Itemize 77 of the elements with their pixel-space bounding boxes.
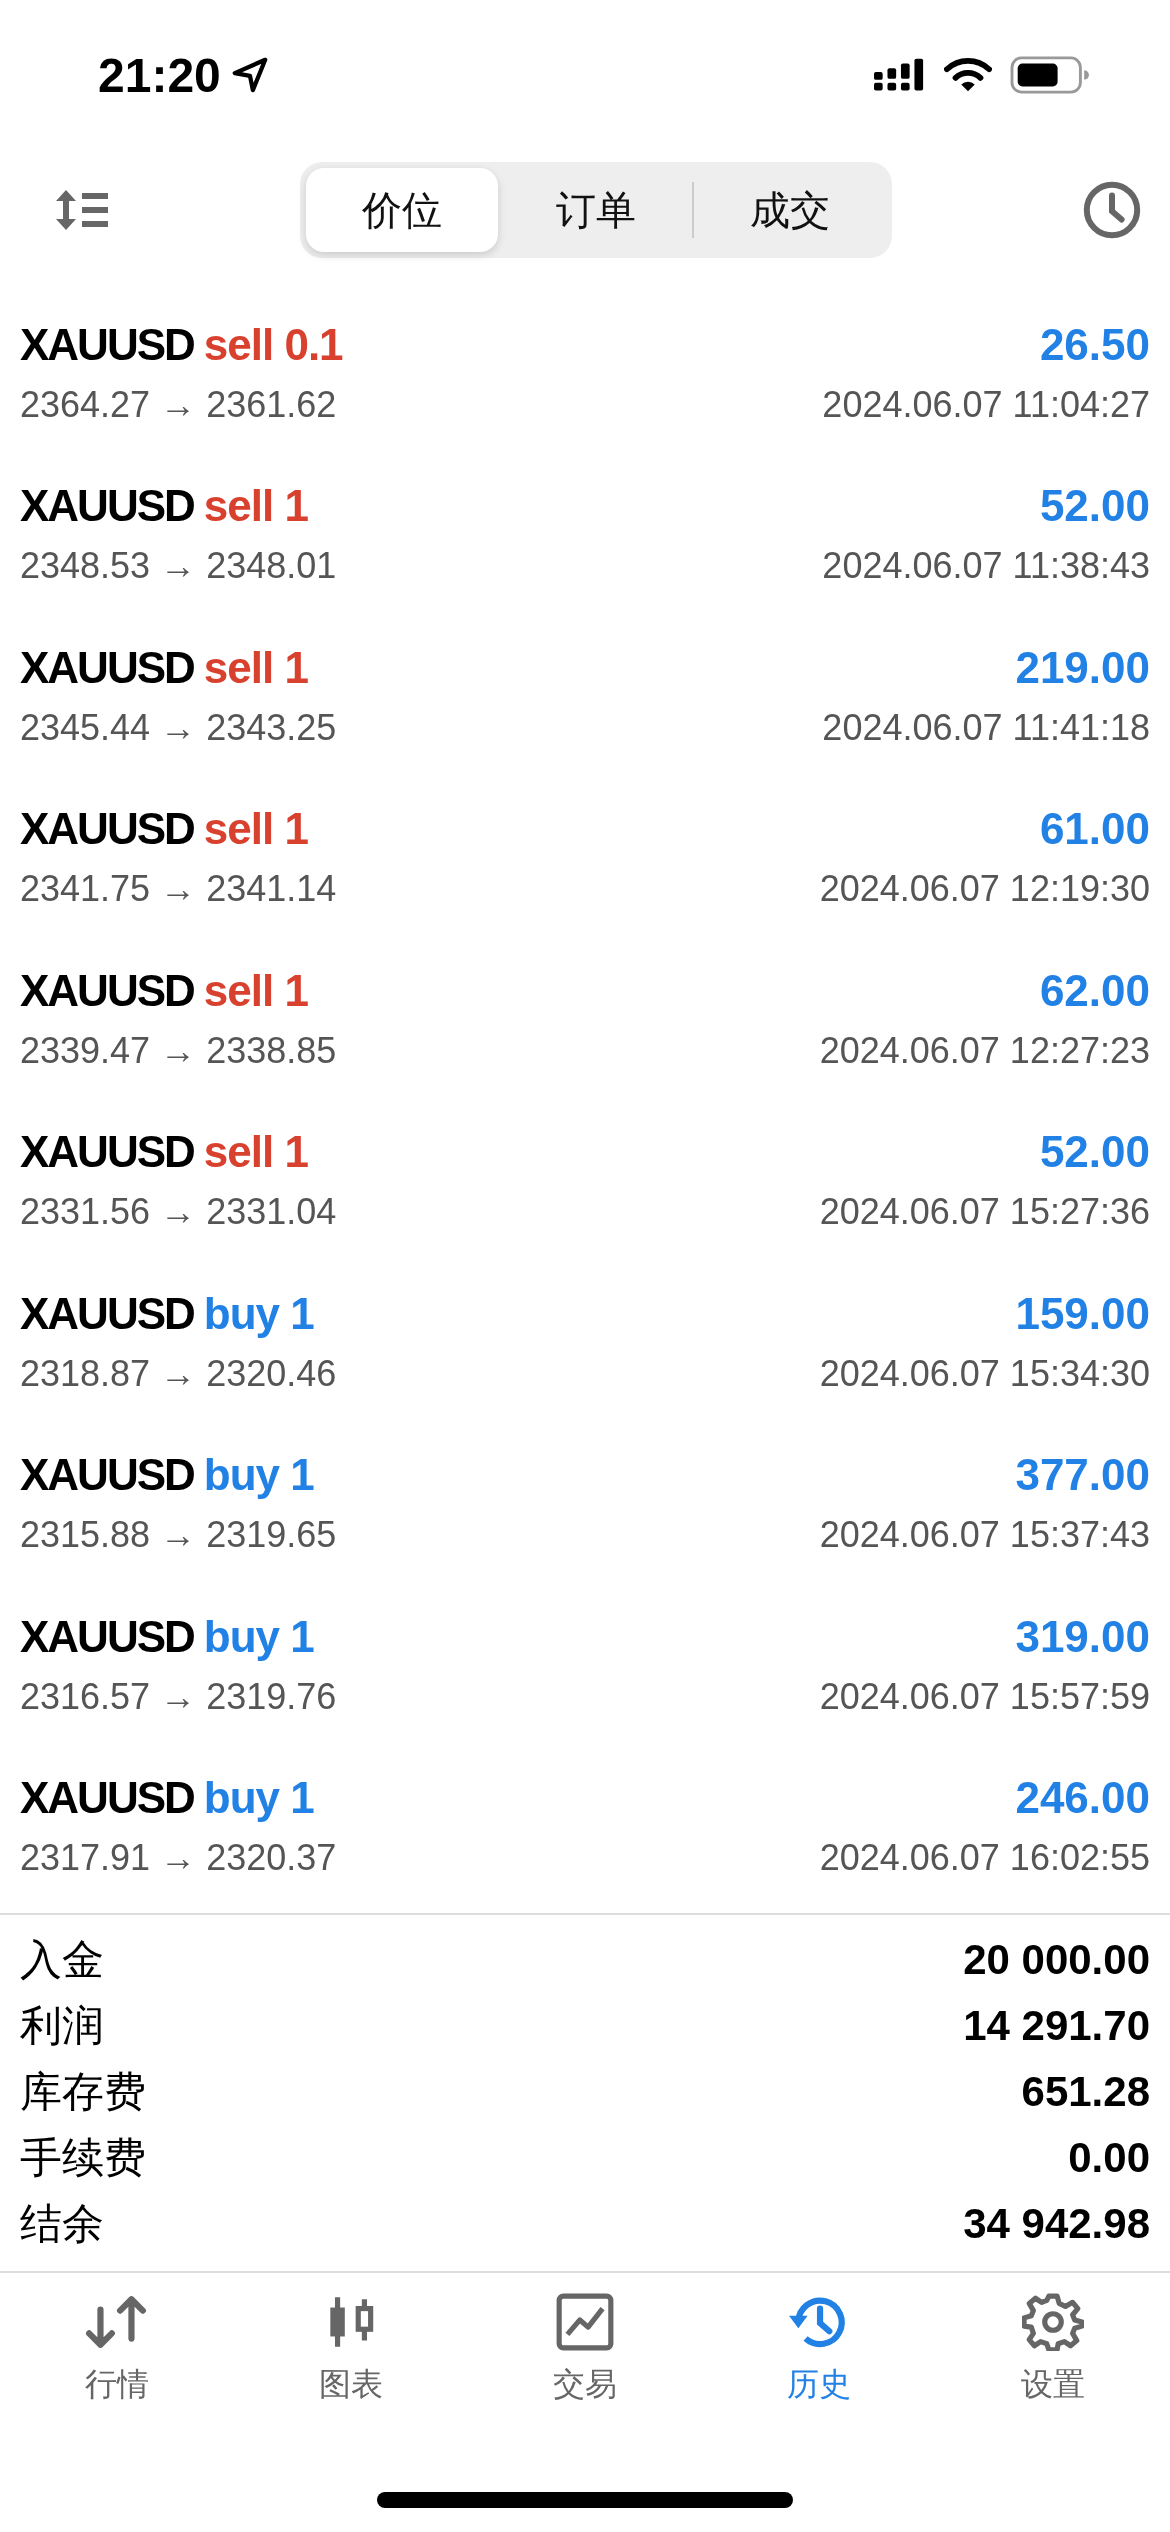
summary-value: 14 291.70 [963, 2002, 1150, 2050]
profit-value: 26.50 [1039, 319, 1150, 370]
deal-time: 2024.06.07 15:34:30 [819, 1352, 1150, 1395]
summary-value: 20 000.00 [963, 1936, 1150, 1984]
symbol-label: XAUUSD [20, 804, 194, 855]
tab-bar-item[interactable]: 行情 [0, 2293, 234, 2407]
price-range: 2364.27 → 2361.62 [20, 383, 337, 426]
battery-icon [1010, 56, 1090, 94]
deal-time: 2024.06.07 12:19:30 [819, 868, 1150, 911]
order-label: sell 1 [203, 642, 308, 693]
order-label: sell 1 [203, 1127, 308, 1178]
wifi-icon [944, 57, 992, 93]
summary-label: 手续费 [20, 2133, 146, 2183]
order-label: buy 1 [203, 1611, 314, 1662]
profit-value: 52.00 [1039, 481, 1150, 532]
summary-label: 利润 [20, 2001, 104, 2051]
price-range: 2316.57 → 2319.76 [20, 1675, 337, 1718]
deal-time: 2024.06.07 12:27:23 [819, 1029, 1150, 1072]
deal-time: 2024.06.07 11:41:18 [822, 706, 1150, 749]
up-down-arrows-icon [86, 2293, 148, 2351]
price-range: 2345.44 → 2343.25 [20, 706, 337, 749]
clock-icon[interactable] [1082, 180, 1142, 240]
symbol-label: XAUUSD [20, 1450, 194, 1501]
deal-time: 2024.06.07 15:27:36 [819, 1191, 1150, 1234]
order-label: sell 0.1 [203, 319, 343, 370]
profit-value: 377.00 [1015, 1450, 1150, 1501]
profit-value: 62.00 [1039, 965, 1150, 1016]
deal-time: 2024.06.07 11:04:27 [822, 383, 1150, 426]
signal-icon [874, 58, 926, 92]
price-range: 2315.88 → 2319.65 [20, 1514, 337, 1557]
summary-label: 入金 [20, 1935, 104, 1985]
price-range: 2341.75 → 2341.14 [20, 868, 337, 911]
summary-label: 结余 [20, 2199, 104, 2249]
symbol-label: XAUUSD [20, 1611, 194, 1662]
summary-value: 34 942.98 [963, 2200, 1150, 2248]
symbol-label: XAUUSD [20, 642, 194, 693]
tab-bar-item[interactable]: 图表 [234, 2293, 468, 2407]
order-label: buy 1 [203, 1773, 314, 1824]
summary-value: 651.28 [1021, 2068, 1150, 2116]
profit-value: 159.00 [1015, 1288, 1150, 1339]
price-range: 2331.56 → 2331.04 [20, 1191, 337, 1234]
order-label: sell 1 [203, 965, 308, 1016]
tab-bar-item[interactable]: 交易 [468, 2293, 702, 2407]
price-range: 2317.91 → 2320.37 [20, 1837, 337, 1880]
symbol-label: XAUUSD [20, 965, 194, 1016]
summary-label: 库存费 [20, 2067, 146, 2117]
symbol-label: XAUUSD [20, 481, 194, 532]
deal-time: 2024.06.07 16:02:55 [819, 1837, 1150, 1880]
status-time: 21:20 [98, 47, 221, 103]
order-label: buy 1 [203, 1450, 314, 1501]
order-label: sell 1 [203, 481, 308, 532]
symbol-label: XAUUSD [20, 1773, 194, 1824]
deal-time: 2024.06.07 15:37:43 [819, 1514, 1150, 1557]
profit-value: 52.00 [1039, 1127, 1150, 1178]
segment-tab[interactable]: 价位 [306, 168, 498, 252]
summary-value: 0.00 [1068, 2134, 1150, 2182]
settings-icon [1022, 2293, 1084, 2351]
location-arrow-icon [230, 56, 269, 94]
profit-value: 319.00 [1015, 1611, 1150, 1662]
profit-value: 246.00 [1015, 1773, 1150, 1824]
symbol-label: XAUUSD [20, 319, 194, 370]
price-range: 2348.53 → 2348.01 [20, 545, 337, 588]
deal-time: 2024.06.07 15:57:59 [819, 1675, 1150, 1718]
order-label: buy 1 [203, 1288, 314, 1339]
price-range: 2339.47 → 2338.85 [20, 1029, 337, 1072]
profit-value: 61.00 [1039, 804, 1150, 855]
profit-value: 219.00 [1015, 642, 1150, 693]
line-chart-icon [554, 2293, 616, 2351]
price-range: 2318.87 → 2320.46 [20, 1352, 337, 1395]
symbol-label: XAUUSD [20, 1127, 194, 1178]
segment-tab[interactable]: 成交 [694, 168, 886, 252]
order-label: sell 1 [203, 804, 308, 855]
deal-time: 2024.06.07 11:38:43 [822, 545, 1150, 588]
tab-bar-item[interactable]: 设置 [936, 2293, 1170, 2407]
tab-bar-item[interactable]: 历史 [702, 2293, 936, 2407]
symbol-label: XAUUSD [20, 1288, 194, 1339]
segment-tab[interactable]: 订单 [500, 168, 692, 252]
